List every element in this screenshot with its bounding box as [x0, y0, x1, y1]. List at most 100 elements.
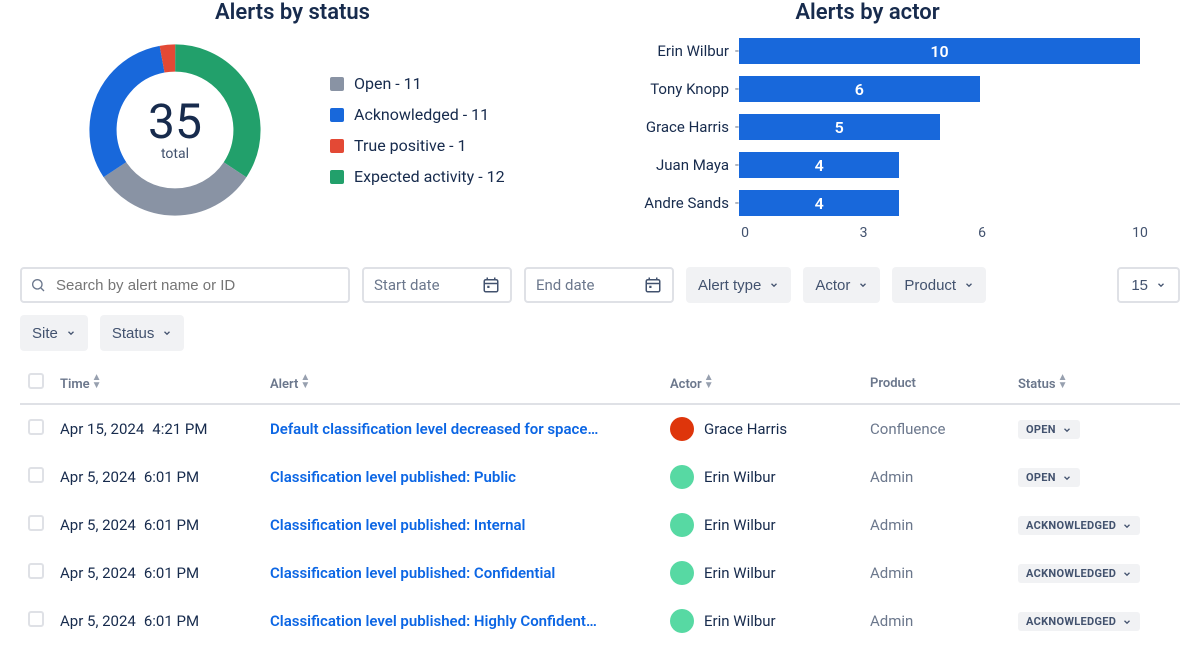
bar-category-label: Erin Wilbur: [595, 42, 735, 60]
chevron-down-icon: [162, 328, 172, 338]
actor-name: Erin Wilbur: [704, 564, 776, 582]
legend-swatch: [330, 108, 344, 122]
filter-bar: Start date End date Alert type Actor Pro…: [20, 267, 1180, 303]
search-input-wrap: [20, 267, 350, 303]
axis-tick: 10: [1132, 225, 1148, 241]
table-row: Apr 5, 20246:01 PM Classification level …: [20, 549, 1180, 597]
product-filter-label: Product: [904, 277, 956, 294]
start-date-input[interactable]: Start date: [362, 267, 512, 303]
status-badge[interactable]: ACKNOWLEDGED: [1018, 516, 1140, 535]
col-actor-label: Actor: [670, 377, 702, 392]
col-alert[interactable]: Alert▲▼: [262, 363, 662, 404]
bar: 5: [739, 114, 940, 140]
legend-item: Expected activity - 12: [330, 167, 505, 186]
status-text: OPEN: [1026, 423, 1056, 436]
status-text: OPEN: [1026, 471, 1056, 484]
status-filter-label: Status: [112, 325, 155, 342]
legend-swatch: [330, 170, 344, 184]
alert-link[interactable]: Classification level published: Confiden…: [270, 564, 630, 582]
alert-type-filter[interactable]: Alert type: [686, 267, 791, 303]
col-time[interactable]: Time▲▼: [52, 363, 262, 404]
time-cell: Apr 5, 20246:01 PM: [52, 549, 262, 597]
search-input[interactable]: [20, 267, 350, 303]
status-filter[interactable]: Status: [100, 315, 185, 351]
avatar: [670, 513, 694, 537]
row-checkbox[interactable]: [28, 515, 44, 531]
col-time-label: Time: [60, 377, 90, 392]
alert-link[interactable]: Classification level published: Public: [270, 468, 630, 486]
alert-link[interactable]: Classification level published: Internal: [270, 516, 630, 534]
site-filter[interactable]: Site: [20, 315, 88, 351]
table-row: Apr 5, 20246:01 PM Classification level …: [20, 597, 1180, 645]
row-checkbox[interactable]: [28, 419, 44, 435]
sort-icon: ▲▼: [704, 374, 714, 390]
chevron-down-icon: [1156, 280, 1166, 290]
product-cell: Admin: [862, 453, 1010, 501]
time-cell: Apr 5, 20246:01 PM: [52, 453, 262, 501]
time-cell: Apr 5, 20246:01 PM: [52, 501, 262, 549]
bar: 4: [739, 152, 899, 178]
actor-cell: Erin Wilbur: [670, 609, 854, 633]
bar-row: Grace Harris-5: [595, 111, 1140, 143]
col-status[interactable]: Status▲▼: [1010, 363, 1180, 404]
legend-label: Acknowledged - 11: [354, 105, 489, 124]
axis-tick: 3: [860, 225, 868, 241]
page-size-select[interactable]: 15: [1117, 267, 1180, 303]
status-badge[interactable]: ACKNOWLEDGED: [1018, 612, 1140, 631]
bar-axis: 03610: [745, 225, 1140, 249]
calendar-icon: [644, 276, 662, 294]
legend-label: True positive - 1: [354, 136, 467, 155]
actor-name: Erin Wilbur: [704, 516, 776, 534]
alert-link[interactable]: Default classification level decreased f…: [270, 420, 630, 438]
legend-item: True positive - 1: [330, 136, 505, 155]
status-text: ACKNOWLEDGED: [1026, 567, 1116, 580]
sort-icon: ▲▼: [300, 374, 310, 390]
bar-row: Andre Sands-4: [595, 187, 1140, 219]
filter-bar-2: Site Status: [20, 315, 1180, 351]
calendar-icon: [482, 276, 500, 294]
actor-name: Erin Wilbur: [704, 468, 776, 486]
avatar: [670, 609, 694, 633]
col-alert-label: Alert: [270, 377, 298, 392]
product-cell: Confluence: [862, 404, 1010, 453]
status-badge[interactable]: OPEN: [1018, 468, 1080, 487]
end-date-label: End date: [536, 276, 594, 294]
chevron-down-icon: [964, 280, 974, 290]
chevron-down-icon: [858, 280, 868, 290]
bar: 10: [739, 38, 1140, 64]
actor-name: Erin Wilbur: [704, 612, 776, 630]
avatar: [670, 561, 694, 585]
alerts-by-status-panel: Alerts by status 35 total Open - 11Ackno…: [20, 0, 565, 249]
bar-chart: Erin Wilbur-10Tony Knopp-6Grace Harris-5…: [595, 35, 1140, 219]
bar-row: Juan Maya-4: [595, 149, 1140, 181]
product-cell: Admin: [862, 597, 1010, 645]
axis-tick: 0: [741, 225, 749, 241]
select-all-checkbox[interactable]: [28, 373, 44, 389]
actor-cell: Grace Harris: [670, 417, 854, 441]
sort-icon: ▲▼: [92, 374, 102, 390]
start-date-label: Start date: [374, 276, 440, 294]
row-checkbox[interactable]: [28, 467, 44, 483]
actor-filter-label: Actor: [815, 277, 850, 294]
axis-tick: 6: [978, 225, 986, 241]
alert-type-label: Alert type: [698, 277, 761, 294]
legend-label: Expected activity - 12: [354, 167, 505, 186]
donut-legend: Open - 11 Acknowledged - 11 True positive …: [330, 74, 505, 186]
legend-label: Open - 11: [354, 74, 422, 93]
status-badge[interactable]: ACKNOWLEDGED: [1018, 564, 1140, 583]
legend-swatch: [330, 139, 344, 153]
row-checkbox[interactable]: [28, 611, 44, 627]
search-icon: [30, 277, 46, 293]
time-cell: Apr 15, 20244:21 PM: [52, 404, 262, 453]
row-checkbox[interactable]: [28, 563, 44, 579]
bar-category-label: Grace Harris: [595, 118, 735, 136]
end-date-input[interactable]: End date: [524, 267, 674, 303]
col-actor[interactable]: Actor▲▼: [662, 363, 862, 404]
avatar: [670, 417, 694, 441]
alert-link[interactable]: Classification level published: Highly C…: [270, 612, 630, 630]
table-row: Apr 15, 20244:21 PM Default classificati…: [20, 404, 1180, 453]
actor-filter[interactable]: Actor: [803, 267, 880, 303]
status-badge[interactable]: OPEN: [1018, 420, 1080, 439]
bar-row: Erin Wilbur-10: [595, 35, 1140, 67]
product-filter[interactable]: Product: [892, 267, 986, 303]
